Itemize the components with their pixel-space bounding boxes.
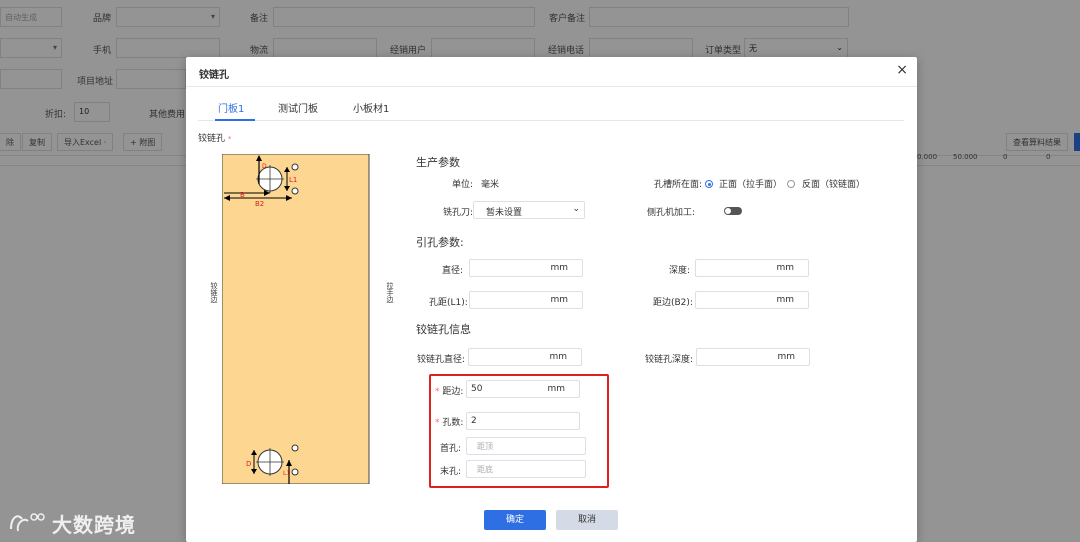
dialog-header: 铰链孔 × [186,57,917,87]
hinge-edge-label: * 距边: [435,387,464,397]
slot-face-label: 孔槽所在面: [654,180,703,190]
confirm-button[interactable]: 确定 [484,510,546,530]
hinge-depth-input[interactable]: mm [696,348,810,366]
unit-suffix: mm [776,295,794,305]
door-panel-shape [222,154,370,484]
hinge-diameter-label: 铰链孔直径: [417,355,466,365]
tab-small-board-1[interactable]: 小板材1 [353,100,389,115]
pilot-hole-bottom-2 [291,468,299,476]
hinge-count-input[interactable]: 2 [466,412,580,430]
hinge-edge-input[interactable]: 50 mm [466,380,580,398]
face-back-label[interactable]: 反面（铰链面） [802,177,865,190]
edge-distance-input[interactable]: mm [695,291,809,309]
diagram-label: D [262,163,267,170]
pilot-diameter-input[interactable]: mm [469,259,583,277]
hole-distance-label: 孔距(L1): [429,298,468,308]
hinge-count-label: * 孔数: [435,418,464,428]
diagram-label: L1 [283,470,290,477]
face-front-radio[interactable] [705,180,713,188]
diagram-label: B [240,191,245,199]
unit-suffix: mm [776,263,794,273]
unit-suffix: mm [777,352,795,362]
unit-suffix: mm [550,295,568,305]
hinge-hole-dialog: 铰链孔 × 门板1 测试门板 小板材1 铰链孔 * B B2 L1 D D L1… [186,57,917,542]
chevron-down-icon: ⌄ [572,204,580,214]
section-label: 铰链孔 * [198,131,231,144]
hinge-depth-label: 铰链孔深度: [645,355,694,365]
first-hole-label: 首孔: [440,444,462,454]
pilot-params-heading: 引孔参数: [416,236,464,249]
last-hole-placeholder: 距底 [477,465,493,474]
dialog-title: 铰链孔 [199,70,229,81]
hinge-count-label-text: 孔数: [442,418,464,428]
required-mark: * [227,135,232,143]
edge-distance-label: 距边(B2): [653,298,693,308]
hole-distance-input[interactable]: mm [469,291,583,309]
diagram-label: B2 [255,200,264,208]
hinge-diagram: B B2 L1 D D L1 [222,154,370,484]
unit-label: 单位: [452,180,474,190]
panel-tabs: 门板1 测试门板 小板材1 [198,95,904,121]
pilot-hole-top-1 [291,163,299,171]
first-hole-placeholder: 距顶 [477,442,493,451]
production-params-heading: 生产参数 [416,156,460,169]
hinge-side-label: 铰链边 [210,282,218,303]
first-hole-input[interactable]: 距顶 [466,437,586,455]
cutter-select[interactable]: 暂未设置 ⌄ [473,201,585,219]
last-hole-input[interactable]: 距底 [466,460,586,478]
last-hole-label: 末孔: [440,467,462,477]
cutter-value: 暂未设置 [486,208,523,218]
pilot-diameter-label: 直径: [442,266,464,276]
unit-suffix: mm [550,263,568,273]
diagram-label: D [246,460,251,468]
pilot-hole-bottom-1 [291,444,299,452]
cancel-button[interactable]: 取消 [556,510,618,530]
hinge-edge-value: 50 [471,384,483,394]
pilot-depth-label: 深度: [669,266,691,276]
hinge-count-value: 2 [471,416,477,426]
diagram-label: L1 [289,176,297,184]
side-machine-toggle[interactable] [724,207,742,215]
logo-icon [8,509,48,540]
tab-test-door-panel[interactable]: 测试门板 [278,100,318,115]
pilot-depth-input[interactable]: mm [695,259,809,277]
face-back-radio[interactable] [787,180,795,188]
side-machine-label: 侧孔机加工: [647,208,696,218]
active-tab-indicator [215,119,255,121]
unit-suffix: mm [549,352,567,362]
section-label-text: 铰链孔 [198,134,226,144]
handle-side-label: 拉手边 [386,282,394,303]
unit-suffix: mm [547,384,565,394]
hinge-edge-label-text: 距边: [442,387,464,397]
hinge-diameter-input[interactable]: mm [468,348,582,366]
watermark-text: 大数跨境 [52,513,136,537]
cutter-label: 铣孔刀: [443,208,474,218]
face-front-label[interactable]: 正面（拉手面） [719,177,782,190]
unit-value: 毫米 [481,180,500,190]
pilot-hole-top-2 [291,187,299,195]
hinge-info-heading: 铰链孔信息 [416,323,471,336]
tab-door-panel-1[interactable]: 门板1 [218,100,244,115]
close-icon[interactable]: × [896,62,908,78]
